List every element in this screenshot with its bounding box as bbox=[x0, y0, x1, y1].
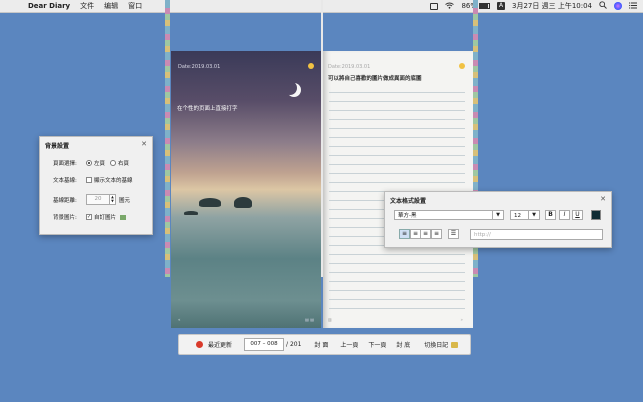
left-page-radio-label: 左頁 bbox=[94, 161, 106, 167]
chevron-down-icon: ▼ bbox=[492, 211, 503, 219]
cover-button[interactable]: 封 面 bbox=[314, 340, 328, 349]
switch-diary-button[interactable]: 切換日記 bbox=[424, 340, 448, 349]
right-page-radio[interactable] bbox=[110, 160, 117, 166]
mood-icon[interactable] bbox=[308, 63, 314, 69]
text-color-swatch[interactable] bbox=[591, 210, 601, 220]
baseline-label: 文本基線: bbox=[53, 178, 77, 184]
menu-file[interactable]: 文件 bbox=[80, 1, 94, 11]
page-select-label: 頁面選擇: bbox=[53, 161, 77, 167]
panel-title: 文本格式設置 bbox=[390, 198, 427, 205]
recent-updates-button[interactable]: 最近更新 bbox=[208, 340, 232, 349]
menu-window[interactable]: 窗口 bbox=[128, 1, 142, 11]
panel-title: 背景設置 bbox=[45, 143, 70, 150]
page-next-arrow[interactable]: » bbox=[461, 317, 463, 322]
clock[interactable]: 3月27日 週三 上午10:04 bbox=[512, 1, 592, 11]
spacing-unit: 圖元 bbox=[119, 197, 131, 204]
prev-page-button[interactable]: 上一頁 bbox=[340, 340, 358, 349]
font-size-select[interactable]: 12 ▼ bbox=[510, 210, 540, 220]
right-page-radio-label: 右頁 bbox=[118, 161, 130, 167]
background-image-row: 背景圖片: ✓ 自訂圖片 bbox=[53, 213, 127, 221]
page-tools-icons[interactable]: ▤ ▤ bbox=[305, 317, 314, 322]
choose-image-icon[interactable] bbox=[120, 214, 127, 220]
baseline-row: 文本基線: 顯示文本的基線 bbox=[53, 176, 133, 184]
page-tools-icon[interactable]: ▥ bbox=[328, 317, 332, 322]
align-left-icon[interactable]: ≡ bbox=[399, 229, 410, 239]
close-icon[interactable]: ✕ bbox=[600, 195, 606, 203]
notification-center-icon[interactable] bbox=[629, 1, 637, 11]
navigation-toolbar: 最近更新 007 – 008 / 201 封 面 上一頁 下一頁 封 底 切換日… bbox=[178, 334, 471, 355]
page-text[interactable]: 在个性的页面上直接打字 bbox=[177, 104, 238, 112]
battery-fill bbox=[480, 4, 488, 8]
edit-diary-icon[interactable] bbox=[451, 341, 459, 348]
bold-button[interactable]: B bbox=[545, 210, 556, 220]
italic-button[interactable]: I bbox=[559, 210, 570, 220]
background-image-label: 背景圖片: bbox=[53, 215, 77, 221]
close-icon[interactable]: ✕ bbox=[141, 140, 147, 148]
page-date: Date:2019.03.01 bbox=[178, 64, 221, 70]
left-page-radio[interactable] bbox=[86, 160, 92, 166]
page-total: / 201 bbox=[286, 341, 302, 348]
page-prev-arrow[interactable]: « bbox=[178, 317, 180, 322]
menu-app-name[interactable]: Dear Diary bbox=[28, 2, 70, 10]
page-date: Date:2019.03.01 bbox=[328, 64, 371, 70]
next-page-button[interactable]: 下一頁 bbox=[368, 340, 386, 349]
search-icon[interactable] bbox=[599, 1, 607, 11]
font-select-value: 華方-黑 bbox=[398, 213, 417, 219]
chevron-down-icon: ▼ bbox=[528, 211, 539, 219]
align-justify-icon[interactable]: ≡ bbox=[431, 229, 442, 239]
input-source-icon[interactable]: A bbox=[497, 2, 506, 10]
moon-image bbox=[283, 81, 297, 95]
show-baseline-checkbox[interactable] bbox=[86, 177, 92, 183]
siri-icon[interactable] bbox=[614, 2, 622, 10]
book-binding-left bbox=[165, 0, 170, 277]
baseline-spacing-input[interactable]: 20 bbox=[86, 194, 110, 205]
battery-icon bbox=[479, 3, 491, 9]
spacing-stepper[interactable]: ▲ ▼ bbox=[110, 194, 116, 205]
font-select[interactable]: 華方-黑 ▼ bbox=[394, 210, 504, 220]
wifi-icon[interactable] bbox=[445, 2, 455, 11]
align-right-icon[interactable]: ≡ bbox=[420, 229, 431, 239]
list-icon[interactable]: ☰ bbox=[448, 229, 459, 239]
back-cover-button[interactable]: 封 底 bbox=[396, 340, 410, 349]
display-mirroring-icon[interactable] bbox=[430, 2, 439, 10]
custom-image-checkbox[interactable]: ✓ bbox=[86, 214, 92, 220]
show-baseline-checkbox-label: 顯示文本的基線 bbox=[94, 178, 133, 184]
custom-image-checkbox-label: 自訂圖片 bbox=[94, 215, 117, 221]
font-size-value: 12 bbox=[514, 213, 521, 219]
background-settings-panel: 背景設置 ✕ 頁面選擇: 左頁 右頁 文本基線: 顯示文本的基線 基線距離: 2… bbox=[39, 136, 153, 235]
spacing-row: 基線距離: 20 ▲ ▼ 圖元 bbox=[53, 194, 130, 205]
page-number-input[interactable]: 007 – 008 bbox=[244, 338, 285, 351]
page-text[interactable]: 可以將自己喜歡的圖片做成異面的底圖 bbox=[328, 74, 422, 82]
rock-image bbox=[184, 211, 198, 215]
underline-button[interactable]: U bbox=[572, 210, 583, 220]
menu-edit[interactable]: 编辑 bbox=[104, 1, 118, 11]
diary-page-right[interactable]: Date:2019.03.01 可以將自己喜歡的圖片做成異面的底圖 ▥ » bbox=[323, 51, 473, 328]
mood-icon[interactable] bbox=[459, 63, 465, 69]
recent-updates-icon[interactable] bbox=[196, 341, 203, 348]
rock-image bbox=[234, 197, 252, 208]
diary-page-left[interactable]: Date:2019.03.01 在个性的页面上直接打字 « ▤ ▤ bbox=[171, 51, 321, 328]
spacing-label: 基線距離: bbox=[53, 197, 77, 204]
text-format-panel: 文本格式設置 ✕ 華方-黑 ▼ 12 ▼ B I U ≡ ≡ ≡ ≡ ☰ htt… bbox=[384, 191, 612, 248]
link-url-input[interactable]: http:// bbox=[470, 229, 603, 240]
page-select-row: 頁面選擇: 左頁 右頁 bbox=[53, 159, 129, 167]
rock-image bbox=[199, 198, 221, 207]
